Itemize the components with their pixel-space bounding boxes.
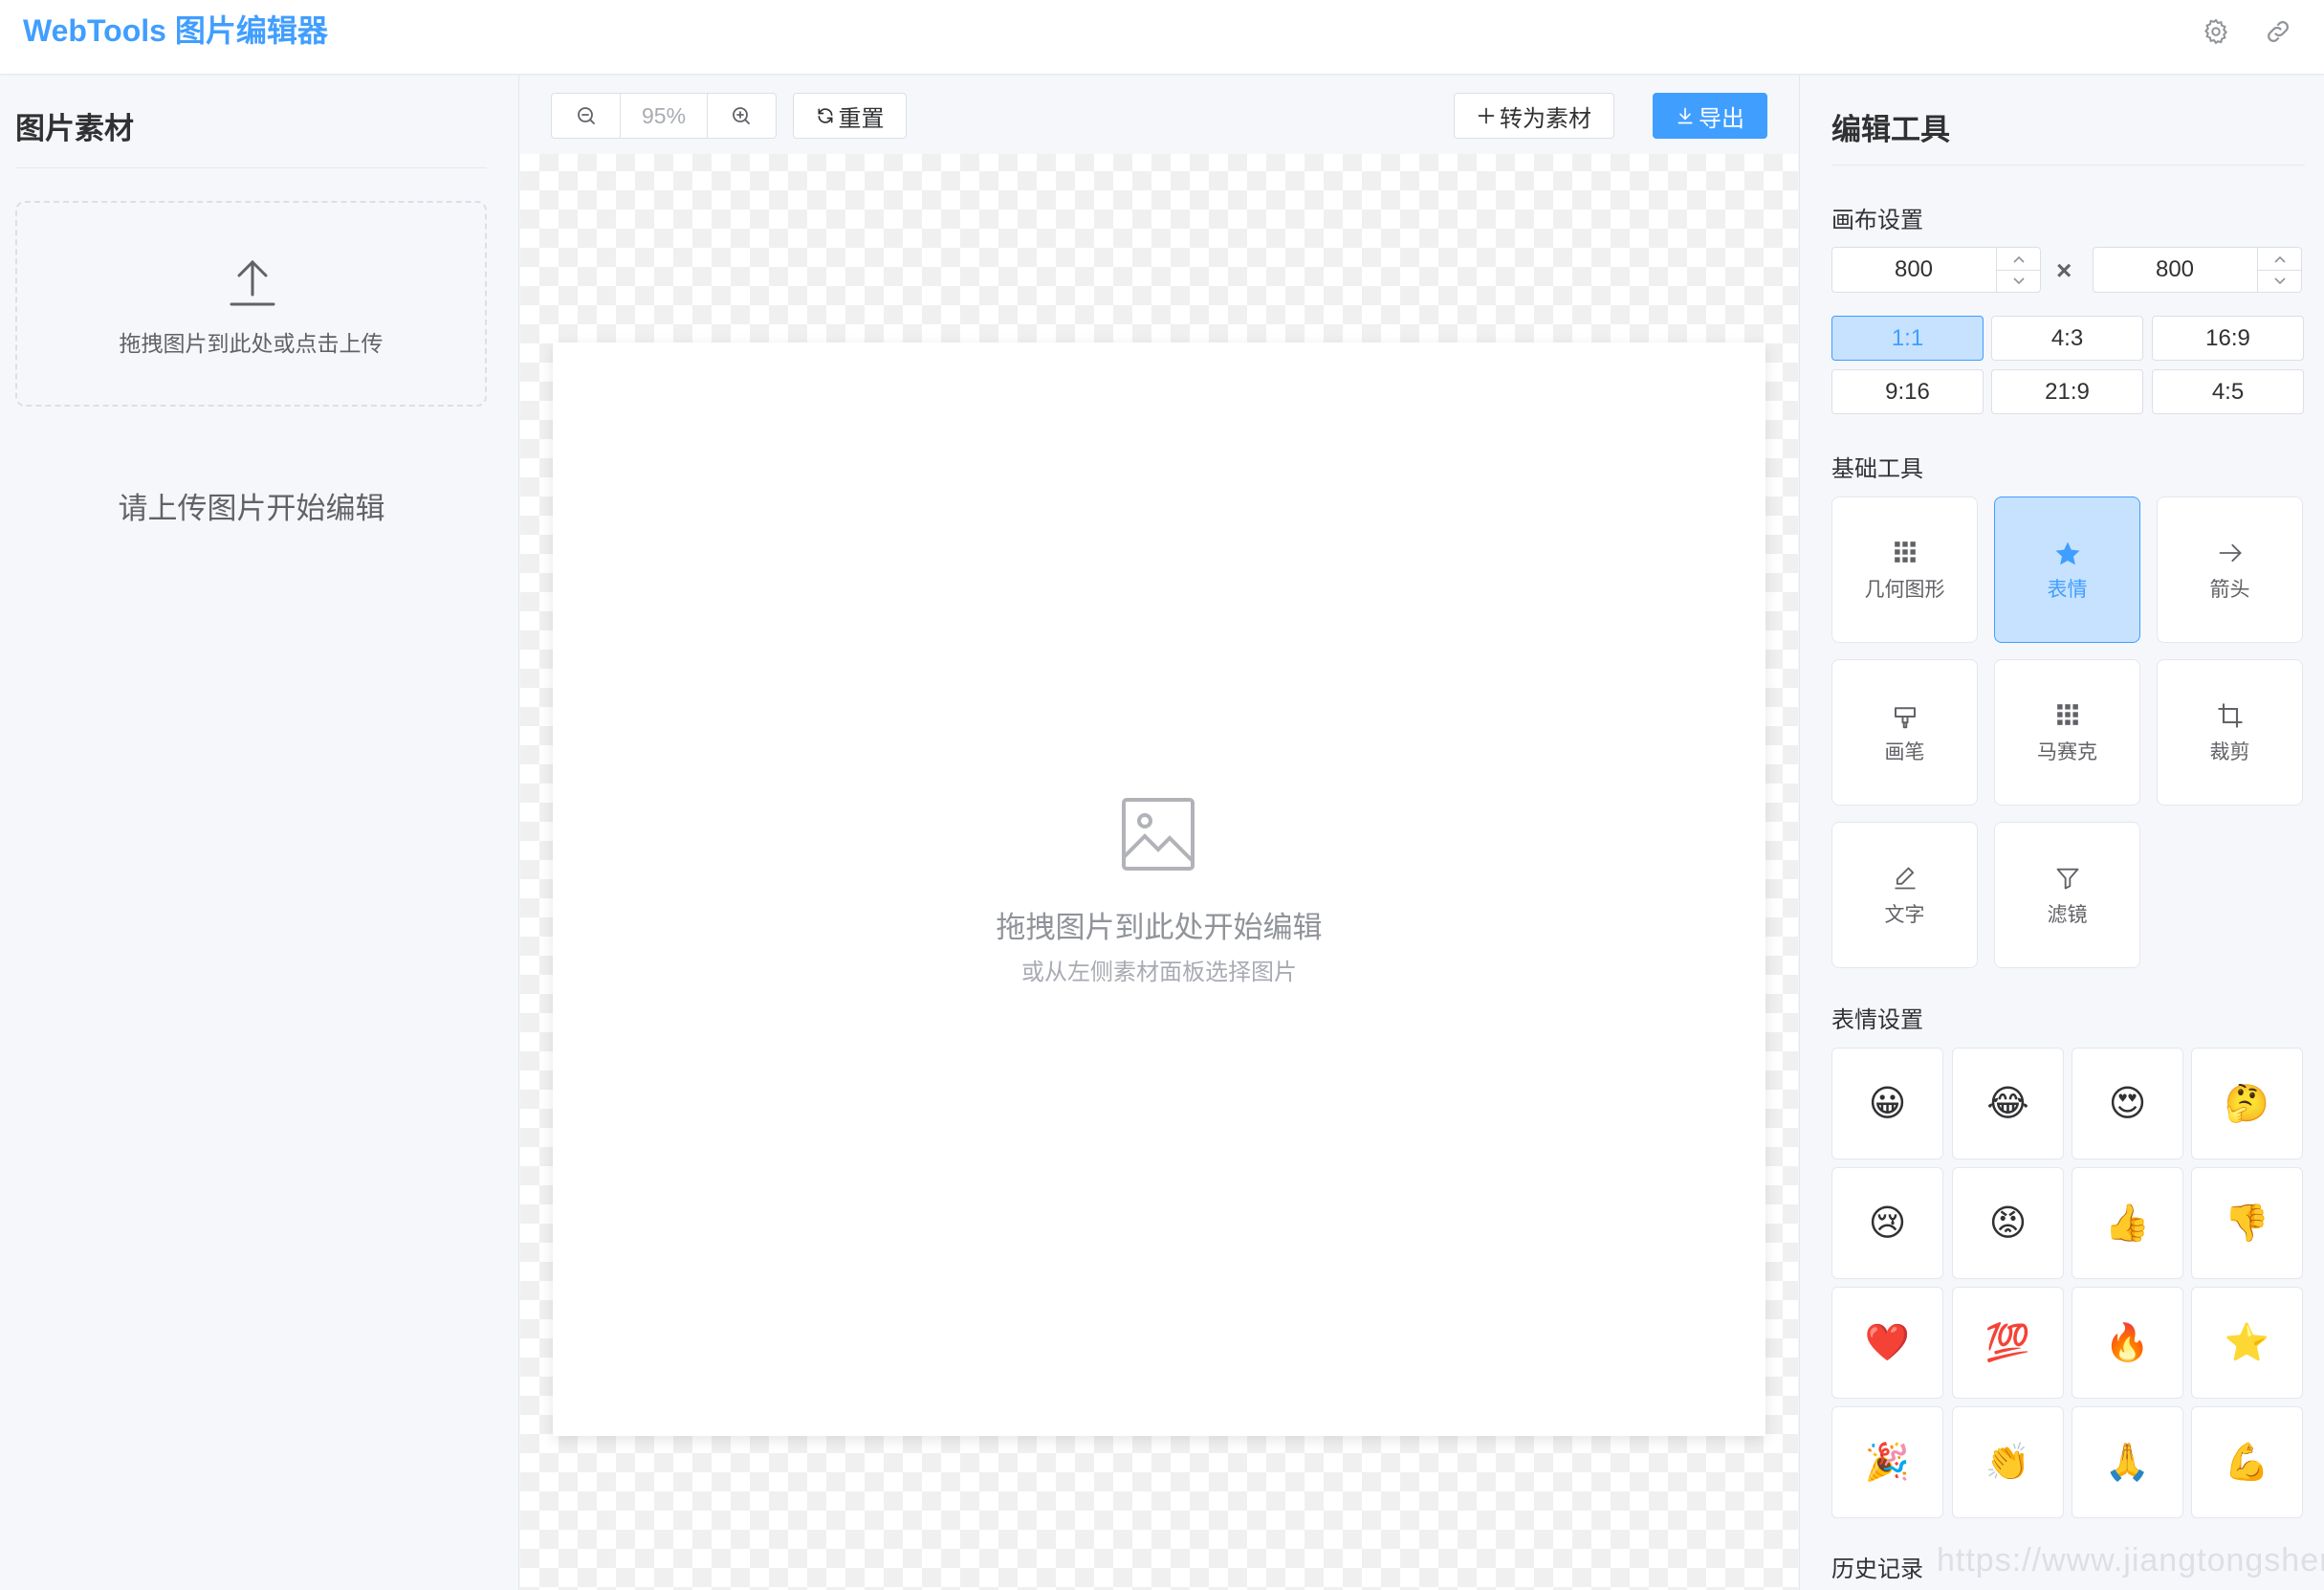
app-title: WebTools 图片编辑器 — [23, 13, 328, 48]
zoom-control: 95% — [551, 93, 777, 139]
to-material-button[interactable]: 转为素材 — [1454, 93, 1614, 139]
tool-mosaic[interactable]: 马赛克 — [1994, 659, 2140, 806]
emoji-heart-eyes[interactable]: 😍 — [2072, 1048, 2183, 1159]
emoji-angry[interactable]: 😡 — [1952, 1167, 2064, 1279]
canvas-settings-title: 画布设置 — [1831, 208, 1923, 233]
upload-icon — [230, 256, 275, 306]
emoji-joy[interactable]: 😂 — [1952, 1048, 2064, 1159]
tool-crop[interactable]: 裁剪 — [2157, 659, 2303, 806]
export-button[interactable]: 导出 — [1653, 93, 1767, 139]
link-icon[interactable] — [2264, 17, 2292, 46]
tool-label: 滤镜 — [2047, 904, 2088, 926]
basic-tools-title: 基础工具 — [1831, 456, 1923, 482]
emoji-party[interactable]: 🎉 — [1831, 1406, 1943, 1518]
arrow-right-icon — [2158, 540, 2302, 568]
tool-label: 表情 — [2047, 579, 2088, 601]
zoom-out-button[interactable] — [552, 94, 622, 138]
canvas-height-value: 800 — [2155, 256, 2195, 282]
grid-icon — [1832, 540, 1977, 568]
tool-text[interactable]: 文字 — [1831, 822, 1978, 968]
empty-material-text: 请上传图片开始编辑 — [118, 492, 385, 525]
zoom-out-icon — [575, 104, 598, 127]
edit-tools-title: 编辑工具 — [1831, 113, 1950, 146]
tool-label: 箭头 — [2209, 579, 2250, 601]
panel-divider — [15, 167, 487, 168]
ratio-4-3-button[interactable]: 4:3 — [1991, 316, 2143, 361]
star-icon — [1995, 540, 2139, 568]
refresh-icon — [816, 106, 835, 125]
pen-icon — [1832, 865, 1977, 894]
canvas-board[interactable]: 拖拽图片到此处开始编辑 或从左侧素材面板选择图片 — [553, 342, 1765, 1436]
tool-label: 文字 — [1884, 904, 1925, 926]
watermark: https://www.jiangtongsheng.com — [1937, 1542, 2324, 1579]
placeholder-title: 拖拽图片到此处开始编辑 — [996, 911, 1323, 944]
tool-brush[interactable]: 画笔 — [1831, 659, 1978, 806]
ratio-16-9-button[interactable]: 16:9 — [2152, 316, 2304, 361]
emoji-thumbs-down[interactable]: 👎 — [2191, 1167, 2303, 1279]
emoji-muscle[interactable]: 💪 — [2191, 1406, 2303, 1518]
height-decrease-button[interactable] — [2257, 270, 2301, 292]
zoom-value: 95% — [621, 94, 708, 138]
canvas-width-input[interactable]: 800 — [1831, 247, 2041, 293]
tool-emoji[interactable]: 表情 — [1994, 497, 2140, 643]
height-increase-button[interactable] — [2257, 248, 2301, 270]
tool-label: 画笔 — [1884, 741, 1925, 763]
export-label: 导出 — [1699, 105, 1744, 132]
plus-icon — [1477, 106, 1496, 125]
emoji-star[interactable]: ⭐ — [2191, 1287, 2303, 1399]
emoji-thinking[interactable]: 🤔 — [2191, 1048, 2303, 1159]
zoom-in-button[interactable] — [708, 94, 776, 138]
canvas-height-input[interactable]: 800 — [2093, 247, 2302, 293]
app-header: WebTools 图片编辑器 — [0, 0, 2324, 75]
ratio-4-5-button[interactable]: 4:5 — [2152, 369, 2304, 414]
tool-label: 马赛克 — [2037, 741, 2097, 763]
chevron-down-icon — [2012, 276, 2026, 286]
ratio-21-9-button[interactable]: 21:9 — [1991, 369, 2143, 414]
panel-divider — [1831, 165, 2305, 166]
ratio-9-16-button[interactable]: 9:16 — [1831, 369, 1984, 414]
width-decrease-button[interactable] — [1996, 270, 2040, 292]
emoji-heart[interactable]: ❤️ — [1831, 1287, 1943, 1399]
emoji-hundred[interactable]: 💯 — [1952, 1287, 2064, 1399]
chevron-up-icon — [2273, 254, 2287, 264]
canvas-width-value: 800 — [1894, 256, 1934, 282]
reset-button[interactable]: 重置 — [793, 93, 907, 139]
upload-dropzone[interactable]: 拖拽图片到此处或点击上传 — [15, 201, 487, 407]
ratio-1-1-button[interactable]: 1:1 — [1831, 316, 1984, 361]
tool-label: 裁剪 — [2209, 741, 2250, 763]
emoji-fire[interactable]: 🔥 — [2072, 1287, 2183, 1399]
crop-icon — [2158, 702, 2302, 731]
emoji-settings-title: 表情设置 — [1831, 1007, 1923, 1033]
chevron-down-icon — [2273, 276, 2287, 286]
reset-label: 重置 — [838, 105, 885, 132]
material-panel-title: 图片素材 — [15, 112, 134, 145]
tool-shapes[interactable]: 几何图形 — [1831, 497, 1978, 643]
emoji-pray[interactable]: 🙏 — [2072, 1406, 2183, 1518]
placeholder-subtitle: 或从左侧素材面板选择图片 — [1021, 960, 1297, 985]
to-material-label: 转为素材 — [1500, 105, 1591, 132]
width-increase-button[interactable] — [1996, 248, 2040, 270]
brush-icon — [1832, 702, 1977, 731]
emoji-crying[interactable]: 😢 — [1831, 1167, 1943, 1279]
upload-hint: 拖拽图片到此处或点击上传 — [119, 331, 384, 356]
image-placeholder-icon — [1120, 796, 1196, 872]
history-title: 历史记录 — [1831, 1557, 1923, 1582]
tool-arrow[interactable]: 箭头 — [2157, 497, 2303, 643]
mosaic-icon — [1995, 702, 2139, 731]
emoji-clap[interactable]: 👏 — [1952, 1406, 2064, 1518]
gear-icon[interactable] — [2202, 17, 2230, 46]
times-sign: × — [2056, 255, 2072, 285]
tool-filter[interactable]: 滤镜 — [1994, 822, 2140, 968]
zoom-in-icon — [730, 104, 753, 127]
chevron-up-icon — [2012, 254, 2026, 264]
filter-icon — [1995, 865, 2139, 894]
tool-label: 几何图形 — [1864, 579, 1945, 601]
download-icon — [1676, 106, 1695, 125]
emoji-grinning[interactable]: 😀 — [1831, 1048, 1943, 1159]
emoji-thumbs-up[interactable]: 👍 — [2072, 1167, 2183, 1279]
